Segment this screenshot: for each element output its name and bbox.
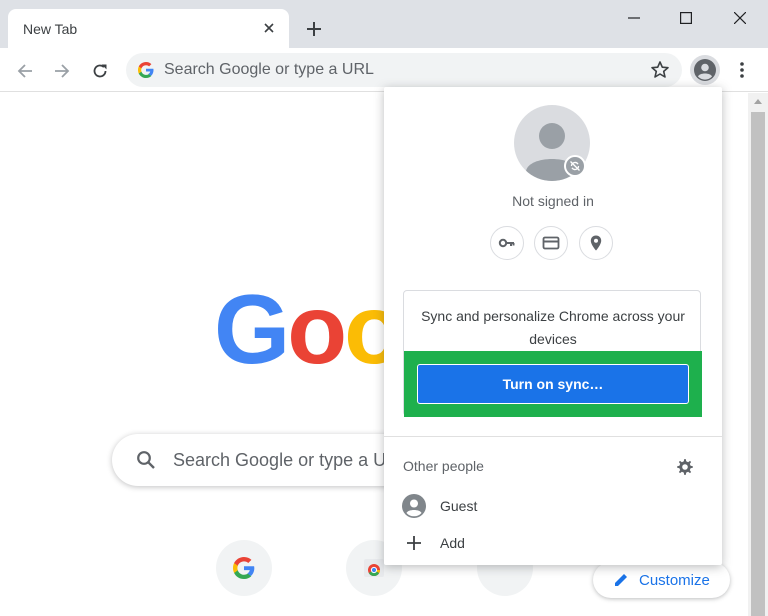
scrollbar[interactable] (748, 93, 768, 616)
new-tab-button[interactable] (301, 16, 327, 42)
passwords-button[interactable] (490, 226, 524, 260)
key-icon (498, 238, 515, 248)
customize-button[interactable]: Customize (593, 562, 730, 598)
omnibox[interactable] (126, 53, 682, 87)
customize-label: Customize (639, 571, 710, 589)
back-button[interactable] (11, 57, 39, 85)
payment-methods-button[interactable] (534, 226, 568, 260)
manage-people-button[interactable] (674, 456, 696, 478)
avatar-icon (694, 59, 716, 81)
google-g-icon (233, 557, 255, 579)
toolbar (0, 48, 768, 92)
maximize-icon (680, 12, 692, 24)
sync-promo-text: Sync and personalize Chrome across your … (421, 308, 685, 347)
forward-button[interactable] (48, 57, 76, 85)
location-pin-icon (590, 235, 602, 251)
sign-in-status: Not signed in (512, 193, 594, 209)
chrome-menu-button[interactable] (732, 57, 752, 83)
maximize-button[interactable] (664, 4, 708, 32)
sync-button-highlight: Turn on sync… (404, 351, 702, 417)
reload-button[interactable] (86, 57, 114, 85)
star-icon (651, 61, 669, 78)
minimize-button[interactable] (612, 4, 656, 32)
turn-on-sync-button[interactable]: Turn on sync… (417, 364, 689, 404)
addresses-button[interactable] (579, 226, 613, 260)
add-label: Add (440, 535, 465, 551)
scroll-up-icon[interactable] (754, 99, 762, 104)
pencil-icon (615, 574, 627, 586)
arrow-left-icon (17, 64, 32, 78)
guest-profile-item[interactable]: Guest (384, 489, 722, 523)
person-icon (402, 494, 426, 518)
plus-icon (307, 22, 321, 36)
reload-icon (93, 64, 107, 78)
logo-letter: o (287, 274, 347, 384)
chrome-icon (364, 559, 384, 577)
guest-label: Guest (440, 498, 478, 514)
tab-title: New Tab (23, 21, 78, 37)
add-person-item[interactable]: Add (384, 526, 722, 560)
profile-button[interactable] (690, 55, 720, 85)
tab-strip: New Tab (0, 0, 768, 48)
minimize-icon (628, 17, 640, 19)
tab-new-tab[interactable]: New Tab (8, 9, 289, 48)
sync-off-icon (570, 161, 580, 171)
close-window-button[interactable] (718, 4, 762, 32)
shortcut-google[interactable] (216, 540, 272, 596)
google-logo: Goo (214, 280, 404, 378)
scroll-thumb[interactable] (751, 112, 765, 616)
sync-promo-card: Sync and personalize Chrome across your … (403, 290, 702, 417)
logo-letter: G (214, 274, 290, 384)
close-tab-button[interactable] (259, 18, 279, 38)
bookmark-button[interactable] (650, 60, 670, 80)
plus-icon (402, 531, 426, 555)
other-people-title: Other people (403, 458, 484, 474)
gear-icon (677, 459, 693, 475)
credit-card-icon (542, 236, 560, 250)
arrow-right-icon (55, 64, 70, 78)
sync-paused-badge (564, 155, 586, 177)
close-icon (264, 23, 274, 33)
profile-menu: Not signed in Sync and personalize Chrom… (384, 87, 722, 565)
sync-button-label: Turn on sync… (502, 376, 604, 392)
divider (384, 436, 722, 437)
search-icon (137, 451, 155, 469)
close-icon (734, 12, 746, 24)
more-vert-icon (740, 62, 744, 78)
google-g-icon (138, 62, 154, 78)
address-input[interactable] (164, 53, 624, 87)
